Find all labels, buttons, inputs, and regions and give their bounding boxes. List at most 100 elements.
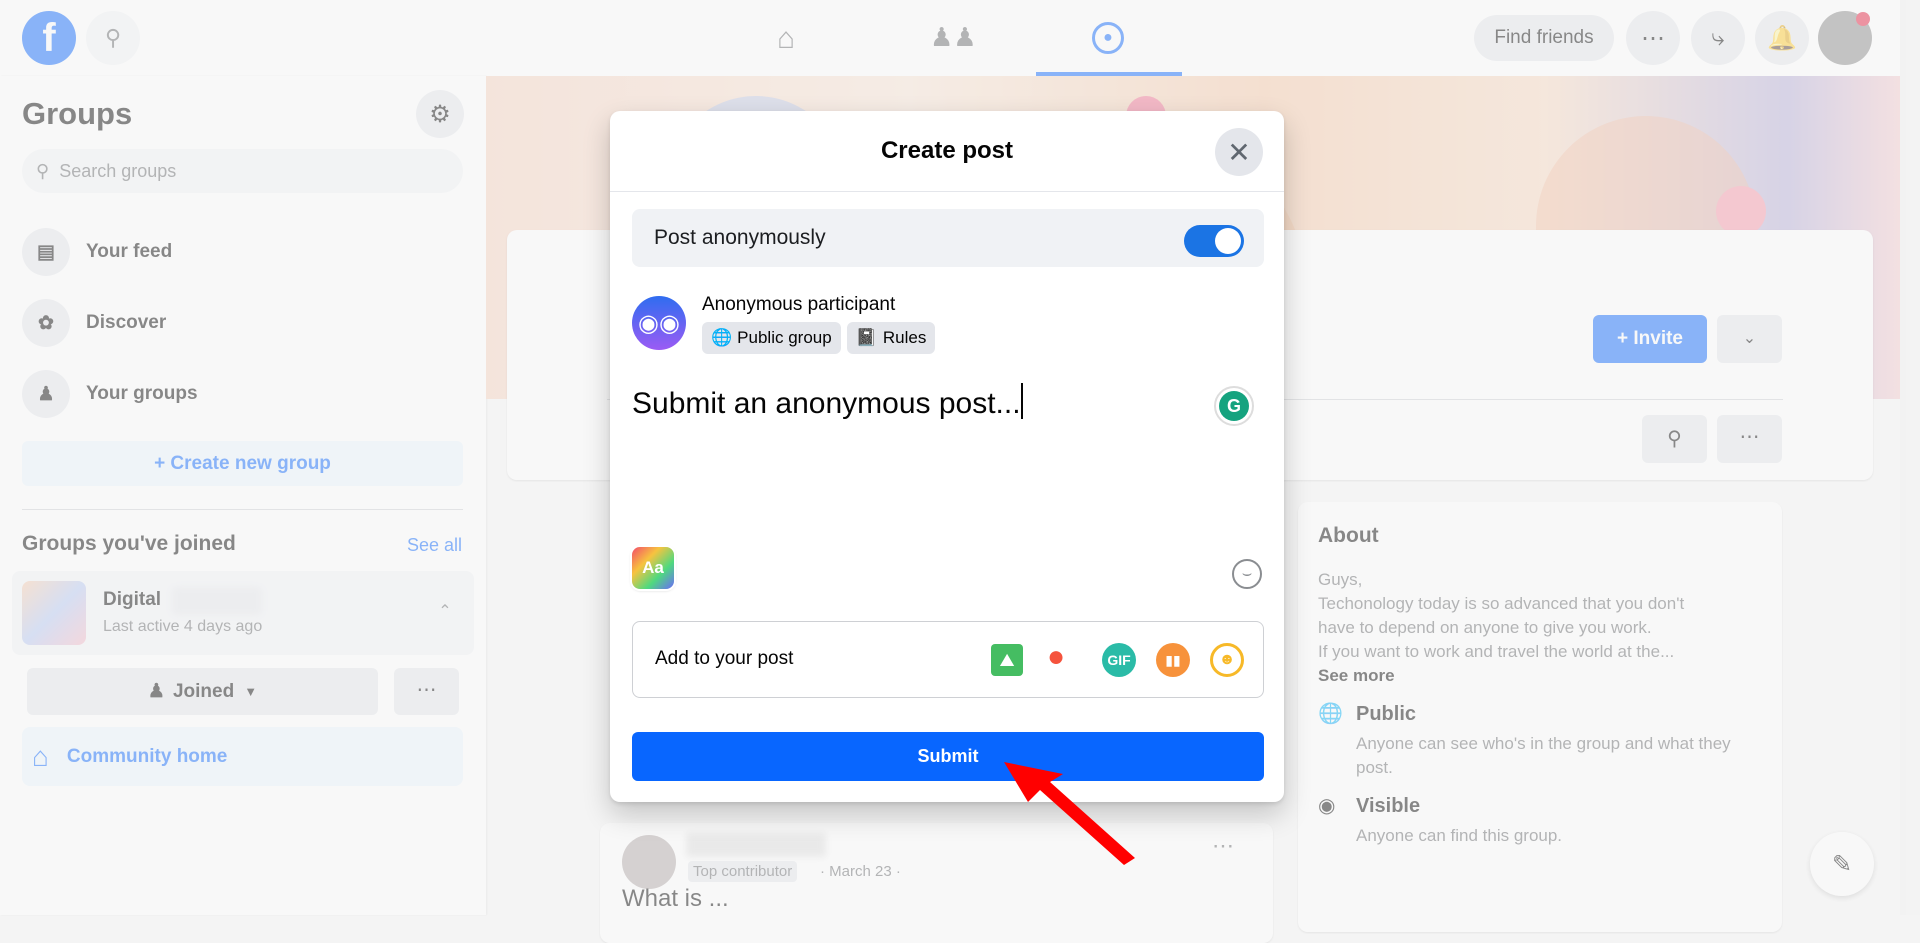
- home-icon: ⌂: [32, 740, 49, 772]
- search-icon: ⚲: [36, 160, 50, 181]
- emoji-icon[interactable]: ⌣: [1232, 559, 1262, 589]
- sidebar-item-label: Discover: [86, 312, 167, 333]
- feed-post-card: Top contributor · March 23 · ⋯ What is .…: [600, 823, 1273, 943]
- about-line: Techonology today is so advanced that yo…: [1318, 594, 1685, 613]
- post-text-input[interactable]: Submit an anonymous post...: [632, 383, 1192, 543]
- toggle-knob: [1215, 228, 1241, 254]
- more-group-options-button[interactable]: ⋯: [1717, 415, 1782, 463]
- post-anonymously-row[interactable]: Post anonymously: [632, 209, 1264, 267]
- submit-button[interactable]: Submit: [632, 732, 1264, 781]
- post-options-button[interactable]: ⋯: [1212, 833, 1234, 859]
- sidebar-item-your-feed[interactable]: ▤ Your feed: [22, 222, 463, 282]
- grammarly-icon[interactable]: G: [1214, 386, 1254, 426]
- caret-down-icon: ▼: [244, 684, 258, 699]
- post-text: What is ...: [622, 885, 729, 912]
- groups-icon: ♟: [22, 370, 70, 418]
- chevron-up-icon[interactable]: ⌃: [427, 593, 463, 629]
- about-line: have to depend on anyone to give you wor…: [1318, 618, 1652, 637]
- facebook-logo[interactable]: f: [22, 11, 76, 65]
- joined-icon: ♟: [147, 681, 165, 702]
- add-to-post-label: Add to your post: [655, 648, 794, 669]
- audience-label: Public group: [737, 328, 832, 347]
- redacted-author-name: [686, 833, 826, 857]
- create-new-group-button[interactable]: + Create new group: [22, 441, 463, 486]
- add-to-post-panel: Add to your post ⛰ ● GIF ▮▮ ☻: [632, 621, 1264, 698]
- gif-icon[interactable]: GIF: [1102, 643, 1136, 677]
- community-home-label: Community home: [66, 745, 228, 767]
- see-all-link[interactable]: See all: [407, 535, 462, 556]
- redacted-name: [172, 587, 262, 615]
- feed-icon: ▤: [22, 228, 70, 276]
- location-icon[interactable]: ●: [1047, 640, 1065, 674]
- create-post-dialog: Create post ✕ Post anonymously ◉◉ Anonym…: [610, 111, 1284, 802]
- rules-label: Rules: [882, 328, 927, 347]
- text-background-icon[interactable]: Aa: [632, 547, 674, 589]
- post-author-avatar[interactable]: [622, 835, 676, 889]
- sidebar-item-label: Your feed: [86, 241, 173, 262]
- dialog-divider: [610, 191, 1284, 192]
- group-name: Digital: [103, 589, 162, 610]
- community-home-link[interactable]: ⌂ Community home: [22, 727, 463, 786]
- about-title: About: [1318, 524, 1379, 547]
- feeling-icon[interactable]: ☻: [1210, 643, 1244, 677]
- anonymous-avatar-icon: ◉◉: [632, 296, 686, 350]
- post-date[interactable]: · March 23 ·: [820, 863, 901, 880]
- compass-icon: ✿: [22, 299, 70, 347]
- scrollbar[interactable]: [1900, 0, 1920, 915]
- home-icon[interactable]: ⌂: [770, 22, 802, 55]
- photo-icon[interactable]: ⛰: [991, 644, 1023, 676]
- search-groups-input[interactable]: ⚲ Search groups: [22, 149, 463, 193]
- annotation-arrow: [1004, 762, 1135, 865]
- anonymous-toggle[interactable]: [1184, 225, 1244, 257]
- group-thumbnail: [22, 581, 86, 645]
- groups-icon[interactable]: ●: [1092, 22, 1124, 54]
- find-friends-button[interactable]: Find friends: [1474, 15, 1614, 61]
- gear-icon[interactable]: ⚙: [416, 90, 464, 138]
- group-item[interactable]: Digital Last active 4 days ago ⌃: [12, 571, 474, 655]
- text-cursor: [1020, 383, 1023, 419]
- joined-label: Joined: [172, 680, 235, 702]
- author-name: Anonymous participant: [702, 294, 896, 315]
- groups-joined-heading: Groups you've joined: [22, 532, 236, 555]
- about-line: Guys,: [1318, 570, 1363, 589]
- globe-icon: 🌐: [711, 328, 733, 347]
- privacy-description: Anyone can see who's in the group and wh…: [1356, 734, 1731, 777]
- about-line: If you want to work and travel the world…: [1318, 642, 1675, 661]
- globe-icon: 🌐: [1318, 703, 1343, 725]
- sidebar-item-your-groups[interactable]: ♟ Your groups: [22, 364, 463, 424]
- top-navigation-bar: f ⚲ ⌂ ♟♟ ● Find friends ⋯ ⤷ 🔔: [0, 0, 1900, 76]
- poll-icon[interactable]: ▮▮: [1156, 643, 1190, 677]
- messenger-icon[interactable]: ⤷: [1691, 11, 1745, 65]
- chevron-down-button[interactable]: ⌄: [1717, 315, 1782, 363]
- post-anonymously-label: Post anonymously: [654, 226, 826, 249]
- audience-selector[interactable]: 🌐 Public group: [702, 322, 841, 354]
- privacy-title: Public: [1356, 703, 1417, 725]
- arrow-shape: [1004, 762, 1135, 865]
- joined-button[interactable]: ♟ Joined ▼: [27, 668, 378, 715]
- more-options-button[interactable]: ⋯: [394, 668, 459, 715]
- sidebar-item-label: Your groups: [86, 383, 198, 404]
- sidebar-item-discover[interactable]: ✿ Discover: [22, 293, 463, 353]
- eye-icon: ◉: [1318, 795, 1336, 817]
- dialog-title: Create post: [880, 137, 1014, 164]
- book-icon: 📓: [855, 328, 877, 347]
- invite-button[interactable]: + Invite: [1593, 315, 1707, 363]
- bell-icon[interactable]: 🔔: [1755, 11, 1809, 65]
- see-more-link[interactable]: See more: [1318, 664, 1762, 688]
- notification-dot: [1856, 12, 1870, 26]
- search-group-button[interactable]: ⚲: [1642, 415, 1707, 463]
- close-button[interactable]: ✕: [1215, 128, 1263, 176]
- search-icon[interactable]: ⚲: [86, 11, 140, 65]
- about-card: About Guys, Techonology today is so adva…: [1298, 502, 1782, 932]
- new-message-button[interactable]: ✎: [1810, 832, 1874, 896]
- groups-sidebar: Groups ⚙ ⚲ Search groups ▤ Your feed ✿ Disc…: [0, 76, 486, 915]
- divider: [22, 509, 463, 510]
- top-contributor-badge: Top contributor: [688, 861, 798, 882]
- visibility-description: Anyone can find this group.: [1356, 826, 1563, 845]
- sidebar-title: Groups: [22, 96, 133, 131]
- menu-grid-icon[interactable]: ⋯: [1626, 11, 1680, 65]
- friends-icon[interactable]: ♟♟: [930, 22, 977, 54]
- rules-button[interactable]: 📓 Rules: [846, 322, 936, 354]
- search-placeholder: Search groups: [59, 160, 177, 181]
- visibility-title: Visible: [1356, 795, 1421, 817]
